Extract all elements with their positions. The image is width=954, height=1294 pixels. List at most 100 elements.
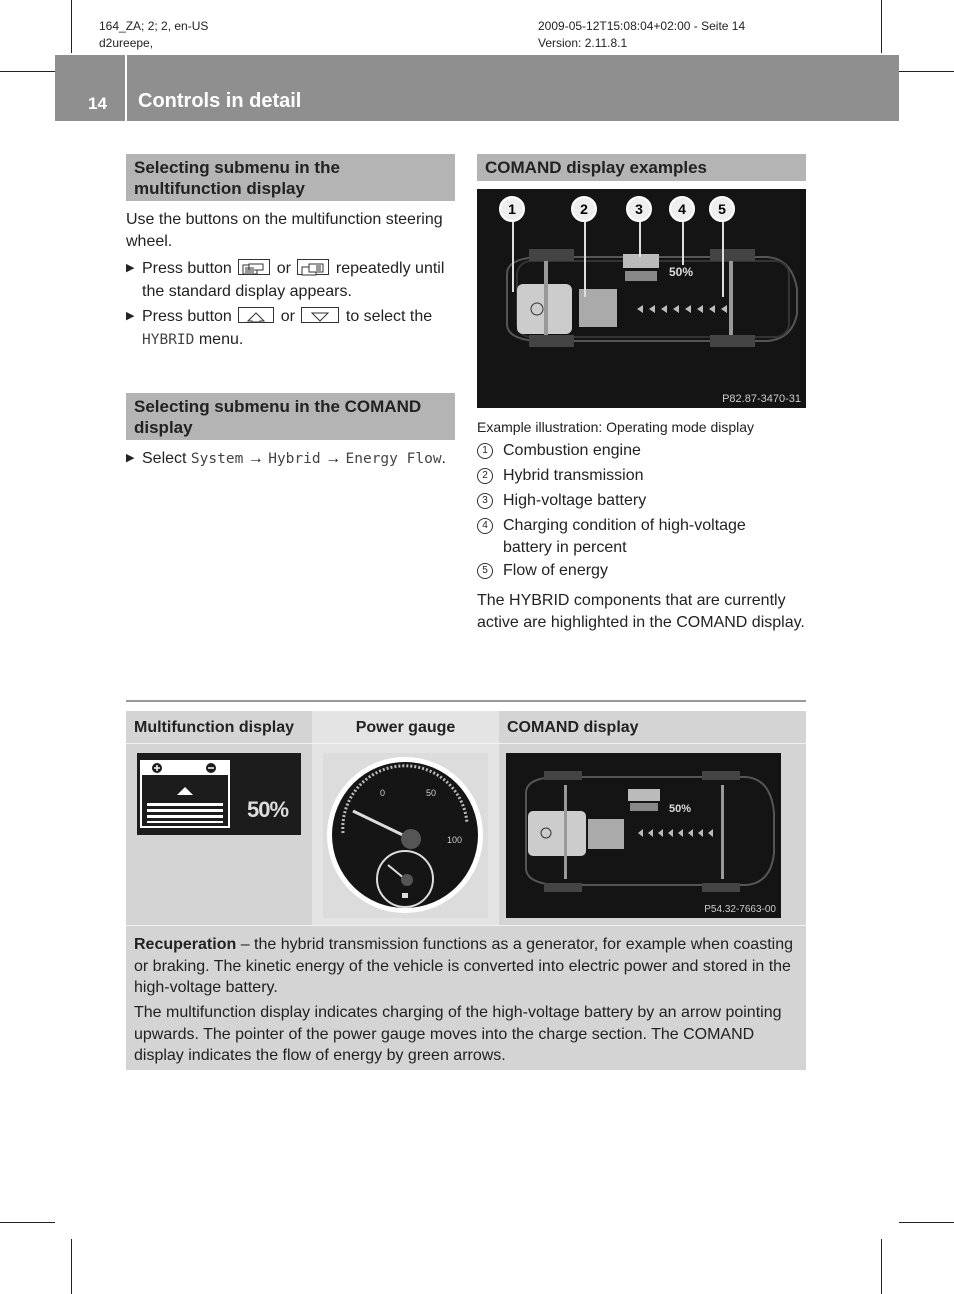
indicator-paragraph: The multifunction display indicates char…	[134, 1004, 782, 1064]
print-meta-left: 164_ZA; 2; 2, en-US d2ureepe,	[99, 18, 208, 52]
recuperation-paragraph: Recuperation – the hybrid transmission f…	[134, 934, 802, 999]
bullet-text: to select the	[345, 308, 433, 325]
menu-path-hybrid: Hybrid	[268, 451, 321, 467]
legend-item: 5 Flow of energy	[477, 560, 807, 582]
legend-text: Flow of energy	[503, 562, 608, 579]
arrow-down-button-icon	[301, 307, 340, 323]
gauge-tick-50: 50	[426, 788, 437, 798]
recuperation-term: Recuperation	[134, 936, 237, 953]
comand-display-image: 50% P54.32-7663-00	[506, 753, 781, 918]
figure-id: P82.87-3470-31	[722, 393, 801, 405]
print-meta-right: 2009-05-12T15:08:04+02:00 - Seite 14 Ver…	[538, 18, 745, 52]
menu-path-system: System	[190, 451, 244, 467]
callout-leader	[639, 222, 641, 257]
intro-paragraph: Use the buttons on the multifunction ste…	[126, 211, 443, 250]
legend-number: 1	[477, 443, 493, 459]
multifunction-percent: 50%	[247, 797, 289, 822]
heading-text: Selecting submenu in the multifunction d…	[134, 158, 340, 198]
page-number: 14	[88, 94, 107, 113]
chapter-title: Controls in detail	[138, 90, 302, 112]
callout-1: 1	[499, 196, 525, 222]
arrow-up-button-icon	[238, 307, 275, 323]
callout-5: 5	[709, 196, 735, 222]
table-top-rule	[126, 700, 806, 702]
menu-name: HYBRID	[142, 332, 195, 348]
battery-percent-label: 50%	[669, 265, 694, 279]
instruction-bullet: ▶ Press button or repeatedly until the s…	[126, 257, 461, 303]
legend-text: Charging condition of high-voltage batte…	[503, 517, 746, 556]
bullet-text: Select	[142, 450, 187, 467]
legend-text: Combustion engine	[503, 442, 641, 459]
legend-number: 3	[477, 493, 493, 509]
multifunction-display-image: 50%	[137, 753, 301, 835]
header-divider	[125, 55, 127, 121]
legend-text: High-voltage battery	[503, 492, 647, 509]
figure-caption: Example illustration: Operating mode dis…	[477, 419, 755, 435]
callout-4: 4	[669, 196, 695, 222]
legend-item: 2 Hybrid transmission	[477, 465, 807, 487]
callout-3: 3	[626, 196, 652, 222]
header-text: COMAND display	[507, 719, 639, 736]
header-text: Multifunction display	[134, 719, 294, 736]
or-text: or	[276, 260, 291, 277]
figure-id: P54.32-7663-00	[704, 904, 776, 915]
hybrid-note: The HYBRID components that are currently…	[477, 592, 805, 631]
table-header-multifunction: Multifunction display	[126, 711, 312, 743]
heading-text: Selecting submenu in the COMAND display	[134, 397, 422, 437]
table-cell-power-gauge: 0 50 100	[312, 744, 499, 925]
power-gauge-dial	[327, 757, 483, 913]
display-left-button-icon	[238, 259, 271, 275]
section-heading-multifunction: Selecting submenu in the multifunction d…	[126, 154, 455, 201]
callout-leader	[584, 222, 586, 297]
bullet-text: Press button	[142, 260, 232, 277]
table-header-comand: COMAND display	[499, 711, 806, 743]
crop-mark	[899, 1222, 954, 1223]
print-meta-line: 164_ZA; 2; 2, en-US	[99, 19, 209, 33]
gauge-tick-0: 0	[380, 788, 386, 798]
table-header-power-gauge: Power gauge	[312, 711, 499, 743]
legend-number: 4	[477, 518, 493, 534]
bullet-text: menu.	[198, 331, 244, 348]
legend-number: 5	[477, 563, 493, 579]
comand-operating-mode-figure: 1 2 3 4 5 50% P82.87-3470-31	[477, 189, 806, 408]
menu-path-energy-flow: Energy Flow	[345, 451, 442, 467]
legend-item: 4 Charging condition of high-voltage bat…	[477, 515, 807, 559]
callout-leader	[512, 222, 514, 292]
power-gauge-image: 0 50 100	[323, 753, 488, 918]
callout-2: 2	[571, 196, 597, 222]
bullet-text: .	[441, 450, 446, 467]
comand-percent: 50%	[669, 803, 692, 815]
vehicle-energy-flow-illustration	[525, 771, 775, 892]
gauge-tick-100: 100	[447, 835, 463, 845]
instruction-bullet: ▶ Select System → Hybrid → Energy Flow.	[126, 447, 461, 493]
print-meta-line: 2009-05-12T15:08:04+02:00 - Seite 14	[538, 19, 746, 33]
print-meta-line: Version: 2.11.8.1	[538, 36, 628, 50]
section-heading-comand: Selecting submenu in the COMAND display	[126, 393, 455, 440]
callout-leader	[722, 222, 724, 297]
instruction-bullet: ▶ Press button or to select the HYBRID m…	[126, 305, 461, 351]
bullet-triangle-icon: ▶	[126, 262, 135, 274]
heading-text: COMAND display examples	[485, 158, 708, 177]
print-meta-line: d2ureepe,	[99, 36, 154, 50]
crop-mark	[71, 1239, 72, 1294]
section-heading-comand-examples: COMAND display examples	[477, 154, 806, 181]
callout-leader	[682, 222, 684, 265]
crop-mark	[0, 1222, 55, 1223]
legend-number: 2	[477, 468, 493, 484]
menu-arrow: →	[325, 450, 342, 467]
menu-arrow: →	[247, 450, 264, 467]
header-text: Power gauge	[355, 719, 456, 736]
legend-text: Hybrid transmission	[503, 467, 644, 484]
vehicle-energy-flow-illustration	[506, 249, 798, 347]
legend-item: 1 Combustion engine	[477, 440, 807, 462]
crop-mark	[71, 0, 72, 53]
crop-mark	[881, 1239, 882, 1294]
display-right-button-icon	[297, 259, 330, 276]
bullet-triangle-icon: ▶	[126, 452, 135, 464]
legend-item: 3 High-voltage battery	[477, 490, 807, 512]
crop-mark	[0, 71, 55, 72]
or-text: or	[280, 308, 295, 325]
bullet-triangle-icon: ▶	[126, 310, 135, 322]
table-cell-comand: 50% P54.32-7663-00	[499, 744, 806, 925]
table-cell-multifunction: 50%	[126, 744, 312, 925]
